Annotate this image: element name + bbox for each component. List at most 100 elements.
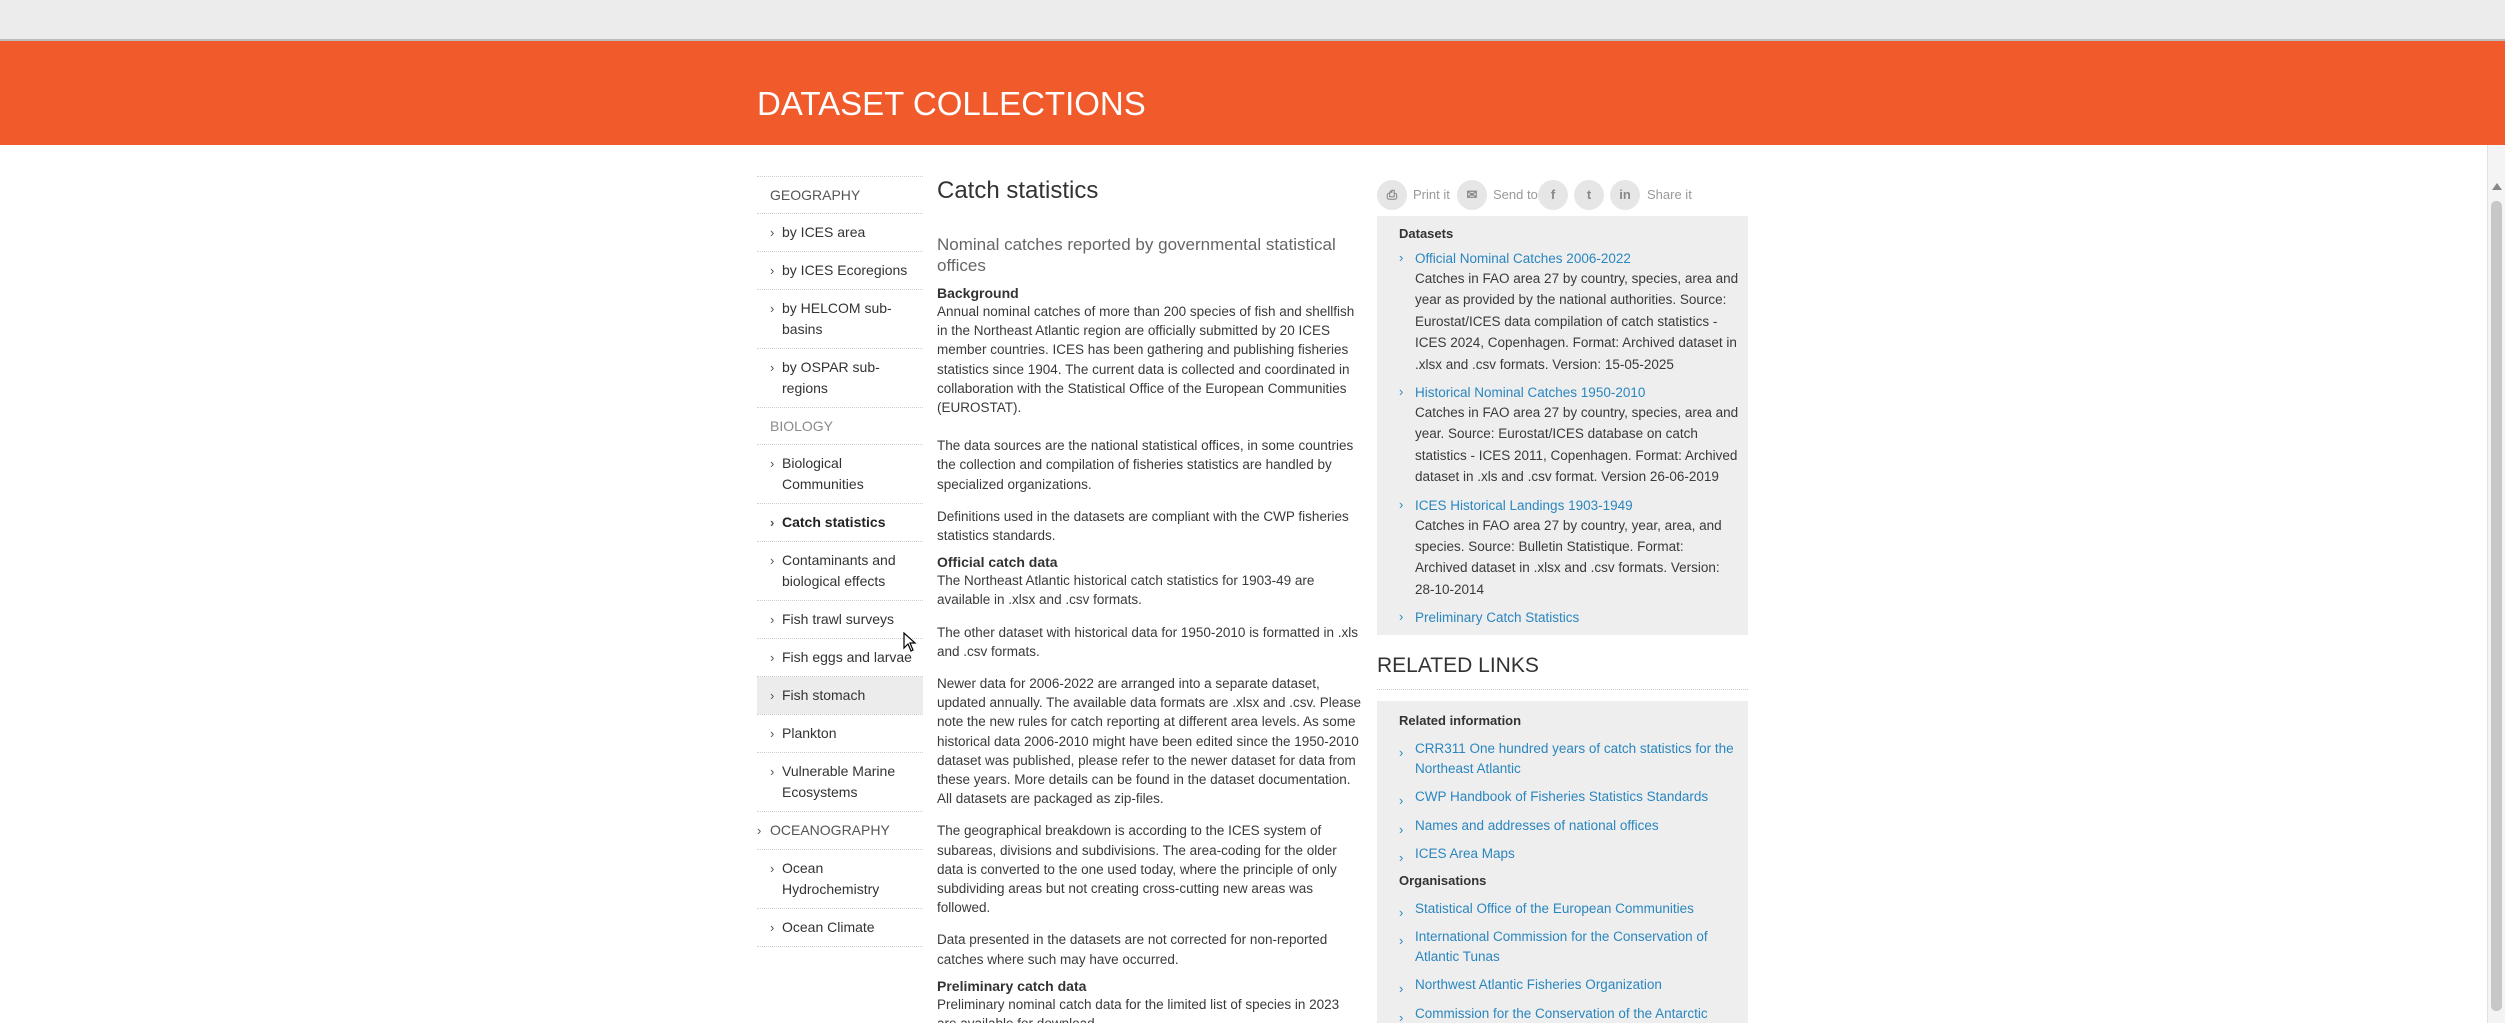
related-link[interactable]: CWP Handbook of Fisheries Statistics Sta… [1415,787,1739,807]
linkedin-icon[interactable]: in [1610,180,1640,210]
right-column: ⎙ Print it ✉ Send to f t in Share it Dat… [1377,176,1748,1023]
share-bar: ⎙ Print it ✉ Send to f t in Share it [1377,176,1748,216]
sidebar-section-geography[interactable]: GEOGRAPHY [757,177,923,213]
related-information-heading: Related information [1399,713,1522,729]
official-catch-paragraph: Newer data for 2006-2022 are arranged in… [937,676,1361,807]
chevron-right-icon: › [770,225,775,240]
organisation-link-item: › Northwest Atlantic Fisheries Organizati… [1386,975,1739,997]
sidebar-item-label: by OSPAR sub-regions [782,359,880,396]
dataset-link[interactable]: Official Nominal Catches 2006-2022 [1415,250,1739,268]
chevron-right-icon: › [770,360,775,375]
sidebar-item-catch-statistics[interactable]: › Catch statistics [757,504,923,541]
sidebar-item-fish-eggs-larvae[interactable]: › Fish eggs and larvae [757,639,923,676]
chevron-right-icon: › [770,612,775,627]
organisation-link[interactable]: Commission for the Conservation of the A… [1415,1004,1739,1023]
related-links-panel: Related information › CRR311 One hundred … [1377,701,1748,1023]
organisation-link[interactable]: Northwest Atlantic Fisheries Organizatio… [1415,975,1739,995]
mouse-cursor-icon [903,632,917,652]
sidebar-item-label: by ICES Ecoregions [782,262,908,278]
chevron-right-icon: › [770,861,775,876]
datasets-panel: Datasets › Official Nominal Catches 2006… [1377,216,1748,636]
print-label[interactable]: Print it [1413,187,1450,202]
dataset-description: Catches in FAO area 27 by country, speci… [1415,271,1739,372]
dataset-item: › Official Nominal Catches 2006-2022 Cat… [1386,250,1739,375]
datasets-heading: Datasets [1399,226,1454,241]
chevron-right-icon: › [770,726,775,741]
related-link[interactable]: CRR311 One hundred years of catch statis… [1415,739,1739,778]
sidebar-item-ospar[interactable]: › by OSPAR sub-regions [757,349,923,407]
sidebar-section-biology[interactable]: BIOLOGY [757,408,923,444]
chevron-right-icon: › [770,301,775,316]
sidebar-item-plankton[interactable]: › Plankton [757,715,923,752]
sidebar-item-label: Ocean Climate [782,919,875,935]
browser-top-bar [0,0,2505,41]
sidebar-item-helcom[interactable]: › by HELCOM sub-basins [757,290,923,348]
scrollbar-thumb[interactable] [2491,201,2502,1011]
sidebar-item-label: Contaminants and biological effects [782,552,896,589]
sidebar-item-label: Fish trawl surveys [782,611,895,627]
official-catch-paragraph: Data presented in the datasets are not c… [937,932,1328,967]
sidebar-section-oceanography[interactable]: › OCEANOGRAPHY [757,812,923,849]
dataset-item: › Preliminary Catch Statistics [1386,609,1739,627]
vertical-scrollbar[interactable] [2487,145,2505,1023]
related-link-item: › CRR311 One hundred years of catch stati… [1386,739,1739,778]
facebook-icon[interactable]: f [1538,180,1568,210]
dataset-link[interactable]: Historical Nominal Catches 1950-2010 [1415,384,1739,402]
sidebar-item-ocean-hydrochemistry[interactable]: › Ocean Hydrochemistry [757,850,923,908]
chevron-right-icon: › [1399,745,1404,761]
scroll-up-arrow-icon[interactable] [2492,183,2502,190]
mail-icon[interactable]: ✉ [1457,180,1487,210]
related-link-item: › ICES Area Maps [1386,844,1739,866]
organisation-link[interactable]: Statistical Office of the European Commu… [1415,899,1739,919]
sidebar-item-label: Ocean Hydrochemistry [782,860,880,897]
background-paragraph: Definitions used in the datasets are com… [937,508,1349,544]
related-link[interactable]: ICES Area Maps [1415,844,1739,864]
official-catch-paragraph: The other dataset with historical data f… [937,624,1358,659]
sidebar-item-biological-communities[interactable]: › Biological Communities [757,445,923,503]
chevron-right-icon: › [1399,821,1404,837]
sidebar-item-label: Fish eggs and larvae [782,649,912,665]
preliminary-catch-heading: Preliminary catch data [937,977,1087,994]
chevron-right-icon: › [1399,981,1404,997]
dataset-item: › ICES Historical Landings 1903-1949 Cat… [1386,497,1739,601]
sidebar-item-ocean-climate[interactable]: › Ocean Climate [757,909,923,946]
sidebar-item-fish-stomach[interactable]: › Fish stomach [757,677,923,714]
chevron-right-icon: › [770,515,775,530]
chevron-right-icon: › [770,650,775,665]
official-catch-paragraph: The geographical breakdown is according … [937,823,1337,916]
chevron-right-icon: › [757,823,762,838]
chevron-right-icon: › [1399,793,1404,809]
background-paragraph: The data sources are the national statis… [937,438,1354,492]
organisation-link-item: › International Commission for the Conser… [1386,927,1739,966]
twitter-icon[interactable]: t [1574,180,1604,210]
preliminary-catch-paragraph: Preliminary nominal catch data for the l… [937,996,1340,1023]
organisation-link[interactable]: International Commission for the Conserv… [1415,927,1739,966]
sidebar-item-contaminants[interactable]: › Contaminants and biological effects [757,542,923,600]
dataset-link[interactable]: Preliminary Catch Statistics [1415,609,1739,627]
background-heading: Background [937,285,1019,301]
chevron-right-icon: › [1399,384,1404,400]
share-label[interactable]: Share it [1647,187,1692,202]
dataset-description: Catches in FAO area 27 by country, year,… [1415,517,1722,597]
organisation-link-item: › Commission for the Conservation of the … [1386,1004,1739,1023]
page-banner: DATASET COLLECTIONS [0,41,2505,145]
main-content: Catch statistics Nominal catches reporte… [937,176,1361,1023]
page-title: DATASET COLLECTIONS [757,85,1146,122]
sidebar-nav: GEOGRAPHY › by ICES area › by ICES Ecoregi… [757,176,923,947]
related-link[interactable]: Names and addresses of national offices [1415,816,1739,836]
chevron-right-icon: › [1399,496,1404,512]
related-links-title: RELATED LINKS [1377,654,1748,691]
sidebar-item-vulnerable-marine-ecosystems[interactable]: › Vulnerable Marine Ecosystems [757,753,923,811]
chevron-right-icon: › [770,764,775,779]
send-label[interactable]: Send to [1493,187,1538,202]
sidebar-item-ices-area[interactable]: › by ICES area [757,214,923,251]
chevron-right-icon: › [1399,850,1404,866]
chevron-right-icon: › [1399,250,1404,265]
organisations-heading: Organisations [1399,872,1487,888]
related-link-item: › Names and addresses of national offices [1386,816,1739,837]
chevron-right-icon: › [1399,933,1404,949]
dataset-link[interactable]: ICES Historical Landings 1903-1949 [1415,497,1739,515]
sidebar-item-ices-ecoregions[interactable]: › by ICES Ecoregions [757,252,923,289]
sidebar-item-fish-trawl-surveys[interactable]: › Fish trawl surveys [757,601,923,638]
print-icon[interactable]: ⎙ [1377,180,1407,210]
